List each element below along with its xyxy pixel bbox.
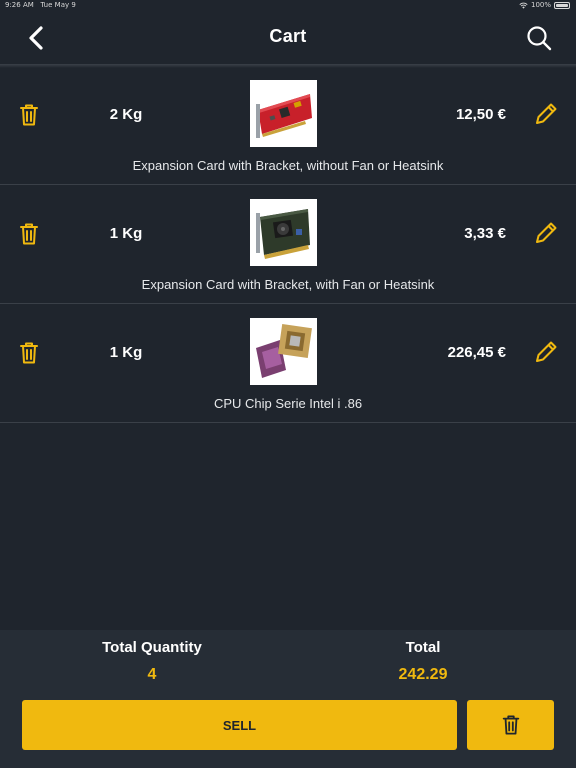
trash-icon[interactable] xyxy=(18,222,40,246)
page-title: Cart xyxy=(269,26,307,46)
pencil-icon[interactable] xyxy=(533,101,559,127)
trash-icon[interactable] xyxy=(18,103,40,127)
cart-list: 2 Kg 12,50 € Expansion Card with Bracket… xyxy=(0,66,576,423)
wifi-icon xyxy=(519,2,528,9)
cart-item: 2 Kg 12,50 € Expansion Card with Bracket… xyxy=(0,66,576,185)
item-name: Expansion Card with Bracket, with Fan or… xyxy=(141,277,435,292)
item-name: CPU Chip Serie Intel i .86 xyxy=(213,396,363,411)
sell-button-label: SELL xyxy=(222,717,257,733)
item-image-expansion-card xyxy=(250,80,317,147)
total-value: 242.29 xyxy=(398,666,448,683)
item-price: 12,50 € xyxy=(455,106,506,123)
total-quantity-label: Total Quantity xyxy=(102,639,202,656)
status-bar: 9:26 AM Tue May 9 100% xyxy=(0,0,576,12)
item-quantity: 1 Kg xyxy=(109,344,143,361)
status-time: 9:26 AM xyxy=(5,1,34,9)
item-quantity: 1 Kg xyxy=(109,225,143,242)
cart-footer: Total Quantity 4 Total 242.29 SELL xyxy=(0,630,576,768)
item-quantity: 2 Kg xyxy=(109,106,143,123)
pencil-icon[interactable] xyxy=(533,339,559,365)
cart-item: 1 Kg 3,33 € Expansion Card with Bracket,… xyxy=(0,185,576,304)
navigation-header: Cart xyxy=(0,12,576,64)
total-label: Total xyxy=(405,639,441,656)
status-date: Tue May 9 xyxy=(40,1,76,9)
pencil-icon[interactable] xyxy=(533,220,559,246)
clear-cart-button[interactable] xyxy=(467,700,554,750)
status-time-date: 9:26 AM Tue May 9 xyxy=(5,1,76,9)
status-right: 100% xyxy=(519,1,570,9)
item-name: Expansion Card with Bracket, without Fan… xyxy=(132,158,444,173)
trash-icon xyxy=(502,715,519,735)
item-price: 3,33 € xyxy=(464,225,506,242)
search-icon[interactable] xyxy=(525,24,553,52)
sell-button[interactable]: SELL xyxy=(22,700,457,750)
battery-percent: 100% xyxy=(530,1,551,9)
total-quantity-value: 4 xyxy=(147,666,157,683)
battery-icon xyxy=(554,1,570,9)
item-price: 226,45 € xyxy=(447,344,506,361)
trash-icon[interactable] xyxy=(18,341,40,365)
cart-item: 1 Kg 226,45 € CPU Chip Serie Intel i .86 xyxy=(0,304,576,423)
item-image-graphics-card xyxy=(250,199,317,266)
item-image-cpu-chip xyxy=(250,318,317,385)
